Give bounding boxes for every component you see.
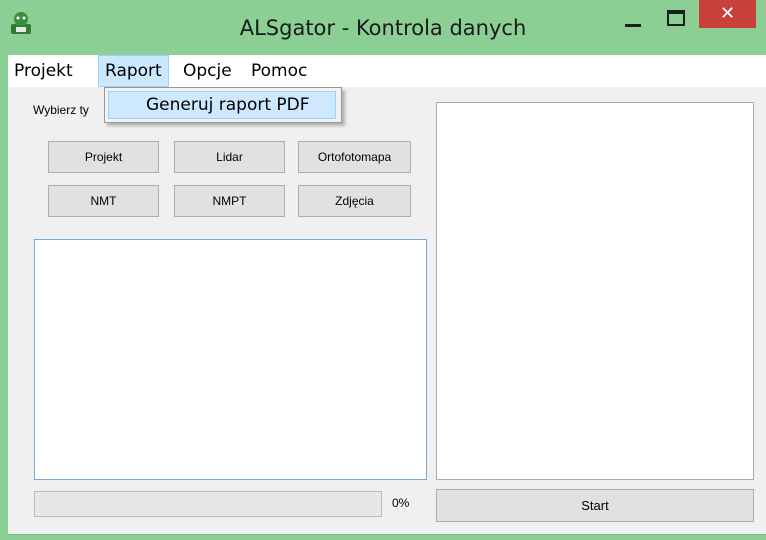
progress-bar [34,491,382,517]
menu-opcje[interactable]: Opcje [177,55,238,87]
choose-type-label: Wybierz ty [33,103,89,117]
nmpt-button[interactable]: NMPT [174,185,285,217]
menu-pomoc[interactable]: Pomoc [245,55,313,87]
projekt-button[interactable]: Projekt [48,141,159,173]
menu-bar: Projekt Raport Opcje Pomoc [8,55,766,87]
close-icon: ✕ [719,3,736,24]
generate-pdf-report-item[interactable]: Generuj raport PDF [108,91,336,119]
minimize-button[interactable] [612,8,644,32]
ortofotomapa-button[interactable]: Ortofotomapa [298,141,411,173]
maximize-button[interactable] [660,6,690,30]
zdjecia-button[interactable]: Zdjęcia [298,185,411,217]
nmt-button[interactable]: NMT [48,185,159,217]
progress-percent-label: 0% [392,496,410,510]
client-area: Projekt Raport Opcje Pomoc Wybierz ty Pr… [8,55,766,535]
minimize-icon [625,24,641,27]
log-textbox[interactable] [34,239,427,480]
raport-dropdown-menu: Generuj raport PDF [104,87,342,123]
title-bar[interactable]: ALSgator - Kontrola danych ✕ [0,0,766,55]
start-button[interactable]: Start [436,489,754,522]
maximize-icon [667,10,685,26]
app-window: ALSgator - Kontrola danych ✕ Projekt Rap… [0,0,766,540]
results-panel[interactable] [436,102,754,480]
close-button[interactable]: ✕ [699,0,756,28]
window-title: ALSgator - Kontrola danych [239,16,527,40]
menu-projekt[interactable]: Projekt [8,55,79,87]
lidar-button[interactable]: Lidar [174,141,285,173]
menu-raport[interactable]: Raport [98,55,169,87]
